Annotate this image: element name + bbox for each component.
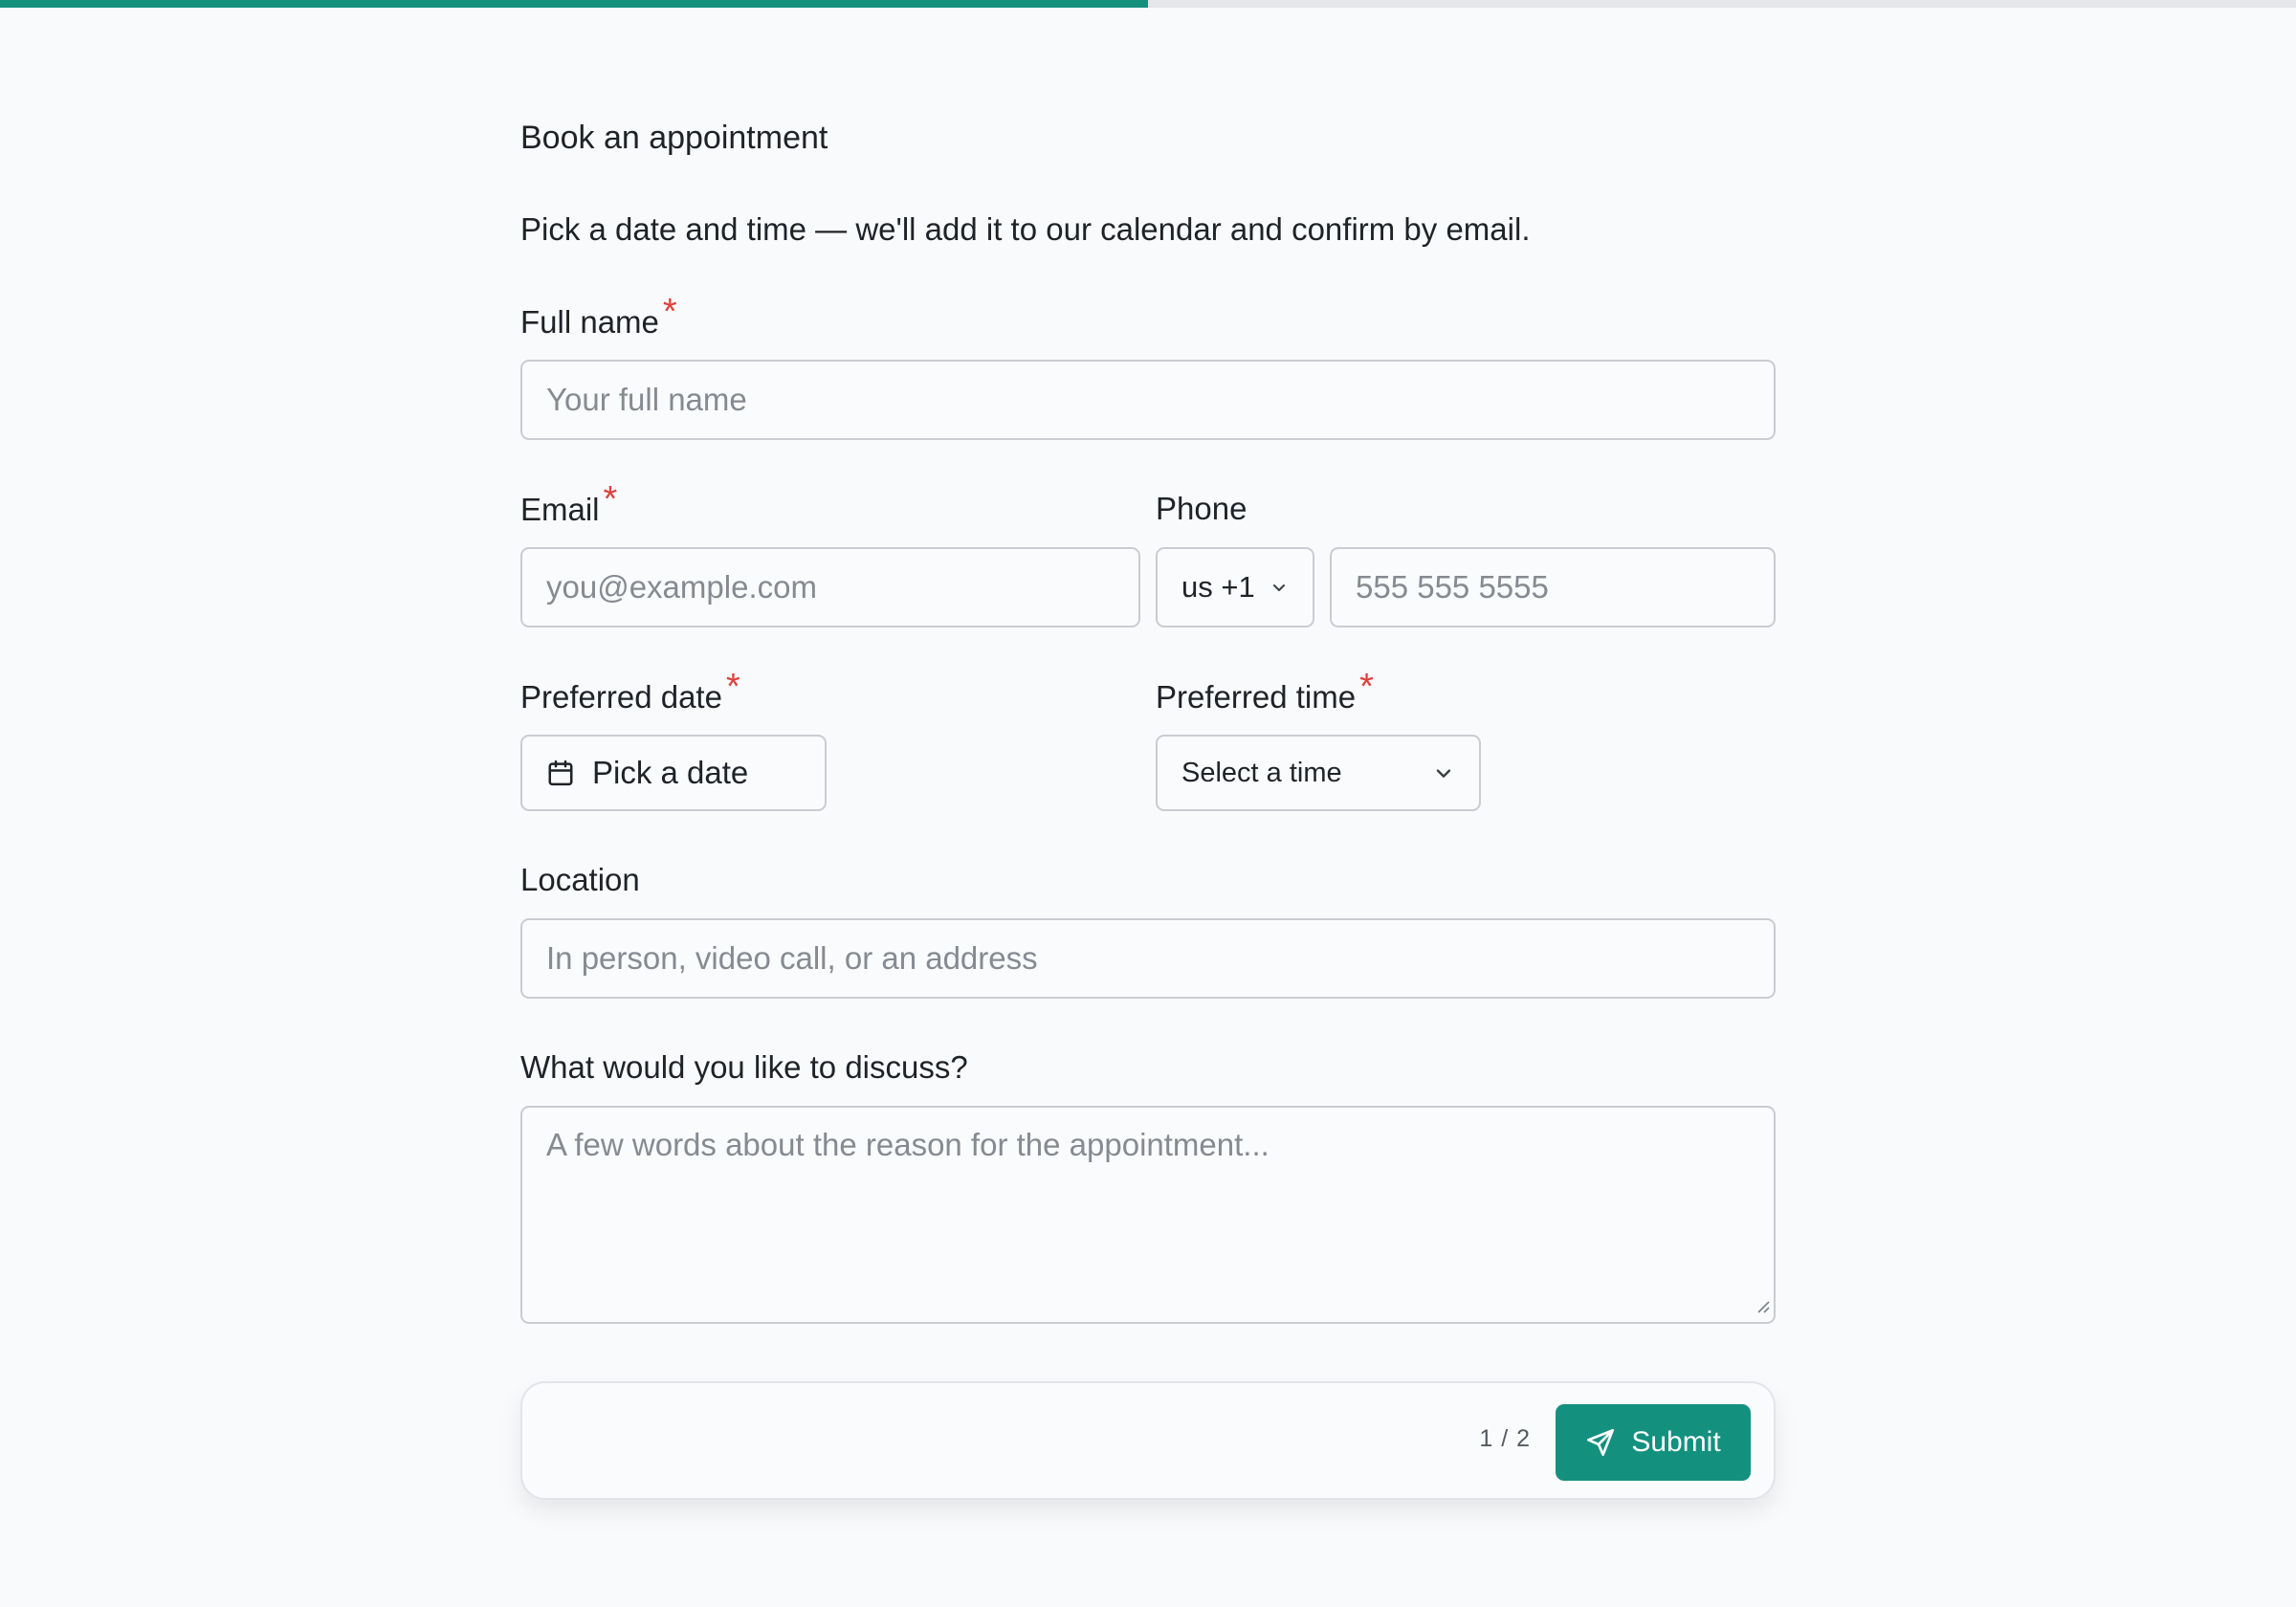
progress-bar-fill bbox=[0, 0, 1148, 8]
discuss-label: What would you like to discuss? bbox=[520, 1049, 968, 1085]
send-icon bbox=[1585, 1427, 1616, 1458]
country-code-select[interactable]: us +1 bbox=[1156, 547, 1314, 627]
submit-button[interactable]: Submit bbox=[1556, 1404, 1751, 1481]
full-name-input[interactable]: Your full name bbox=[520, 360, 1776, 440]
email-label: Email * bbox=[520, 479, 618, 527]
page-indicator: 1 / 2 bbox=[1479, 1425, 1531, 1452]
phone-placeholder: 555 555 5555 bbox=[1356, 569, 1549, 605]
pick-date-button[interactable]: Pick a date bbox=[520, 735, 827, 811]
location-placeholder: In person, video call, or an address bbox=[546, 940, 1038, 976]
email-input[interactable]: you@example.com bbox=[520, 547, 1140, 627]
phone-input[interactable]: 555 555 5555 bbox=[1330, 547, 1776, 627]
form-title: Book an appointment bbox=[520, 120, 828, 156]
required-asterisk: * bbox=[725, 667, 740, 707]
required-asterisk: * bbox=[1359, 667, 1374, 707]
chevron-down-icon bbox=[1269, 578, 1289, 597]
chevron-down-icon bbox=[1432, 761, 1455, 784]
location-label: Location bbox=[520, 862, 640, 897]
submit-label: Submit bbox=[1631, 1426, 1721, 1458]
discuss-placeholder: A few words about the reason for the app… bbox=[546, 1127, 1269, 1162]
phone-label: Phone bbox=[1156, 491, 1247, 526]
location-input[interactable]: In person, video call, or an address bbox=[520, 918, 1776, 999]
form-subtitle: Pick a date and time — we'll add it to o… bbox=[520, 211, 1531, 247]
form-footer: 1 / 2 Submit bbox=[520, 1381, 1776, 1500]
preferred-date-label: Preferred date * bbox=[520, 667, 740, 715]
country-code-value: us +1 bbox=[1181, 570, 1255, 604]
preferred-time-label: Preferred time * bbox=[1156, 667, 1374, 715]
time-select-value: Select a time bbox=[1181, 757, 1342, 788]
time-select[interactable]: Select a time bbox=[1156, 735, 1481, 811]
progress-bar bbox=[0, 0, 2296, 8]
full-name-label: Full name * bbox=[520, 292, 677, 340]
email-placeholder: you@example.com bbox=[546, 569, 817, 605]
pick-date-label: Pick a date bbox=[592, 755, 749, 790]
required-asterisk: * bbox=[603, 479, 618, 519]
required-asterisk: * bbox=[662, 292, 677, 332]
full-name-placeholder: Your full name bbox=[546, 382, 747, 417]
calendar-icon bbox=[546, 759, 575, 787]
resize-handle-icon[interactable] bbox=[1755, 1298, 1770, 1318]
discuss-textarea[interactable]: A few words about the reason for the app… bbox=[520, 1106, 1776, 1324]
